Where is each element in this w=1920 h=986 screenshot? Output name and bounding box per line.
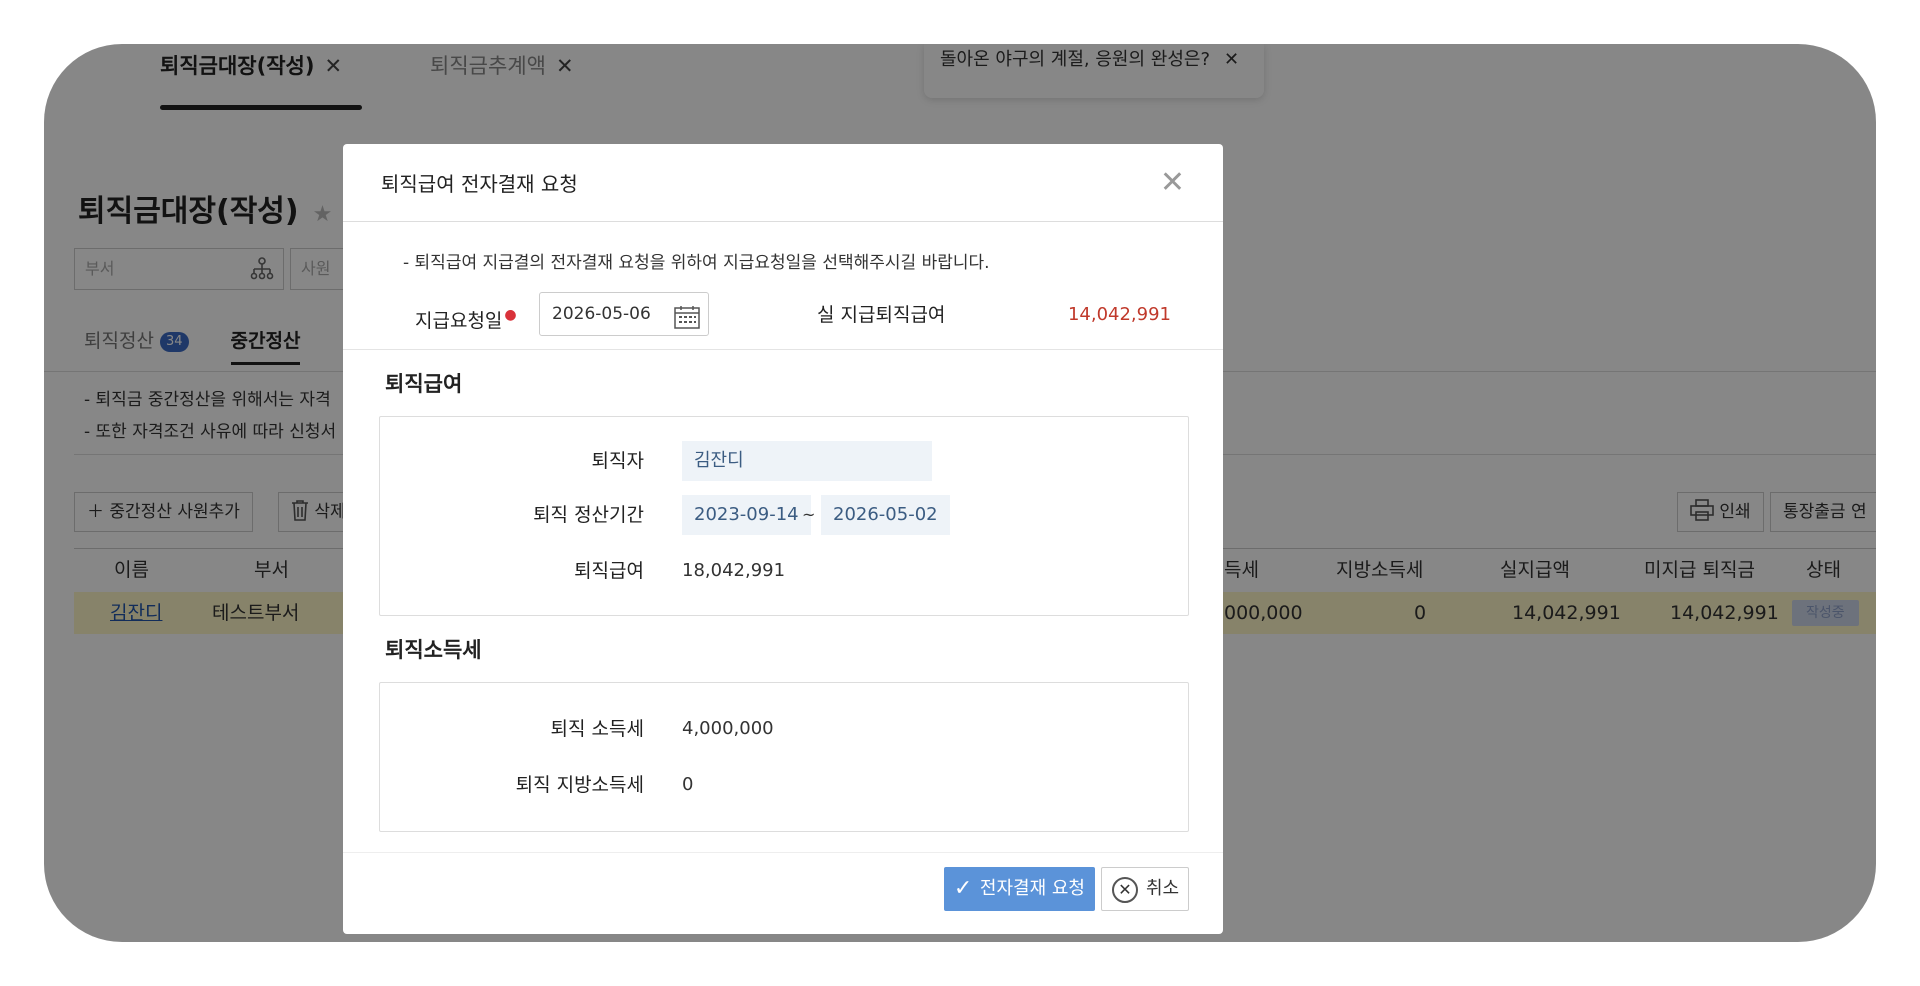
- calendar-icon[interactable]: [674, 303, 700, 345]
- date-value: 2026-05-06: [552, 304, 651, 324]
- period-separator: ~: [802, 505, 816, 524]
- button-label: 전자결재 요청: [979, 878, 1085, 899]
- label-text: 지급요청일: [415, 310, 503, 332]
- income-tax-row: 퇴직 소득세 4,000,000: [380, 709, 1188, 749]
- request-date-label: 지급요청일 ●: [415, 294, 517, 342]
- period-row: 퇴직 정산기간 2023-09-14 ~ 2026-05-02: [380, 495, 1188, 535]
- retirement-pay-value: 18,042,991: [682, 560, 786, 581]
- field-label: 퇴직 지방소득세: [515, 774, 644, 796]
- field-label: 퇴직 소득세: [550, 718, 644, 740]
- actual-pay-label: 실 지급퇴직급여: [817, 304, 946, 326]
- period-start-field: 2023-09-14: [682, 495, 811, 535]
- retirement-pay-box: 퇴직자 김잔디 퇴직 정산기간 2023-09-14 ~ 2026-05-02 …: [379, 416, 1189, 616]
- period-end-field: 2026-05-02: [821, 495, 950, 535]
- app-frame: 퇴직금대장(작성) ✕ 퇴직금추계액 ✕ 돌아온 야구의 계절, 응원의 완성은? ✕…: [44, 44, 1876, 942]
- retirement-pay-row: 퇴직급여 18,042,991: [380, 551, 1188, 591]
- close-icon[interactable]: ✕: [1160, 165, 1185, 200]
- income-tax-value: 4,000,000: [682, 718, 774, 739]
- button-label: 취소: [1146, 878, 1180, 899]
- retiree-field: 김잔디: [682, 441, 932, 481]
- dialog-header: 퇴직급여 전자결재 요청 ✕: [343, 144, 1223, 222]
- local-tax-value: 0: [682, 774, 694, 795]
- cancel-circle-icon: ✕: [1112, 877, 1138, 903]
- dialog-footer: ✓ 전자결재 요청 ✕ 취소: [343, 852, 1223, 934]
- field-label: 퇴직 정산기간: [533, 504, 644, 526]
- field-label: 퇴직급여: [574, 560, 644, 582]
- dialog-title: 퇴직급여 전자결재 요청: [381, 172, 578, 196]
- section-title-retirement-tax: 퇴직소득세: [385, 638, 482, 662]
- section-title-retirement-pay: 퇴직급여: [385, 372, 463, 396]
- required-mark: ●: [504, 307, 517, 323]
- submit-approval-button[interactable]: ✓ 전자결재 요청: [943, 867, 1095, 911]
- instruction-text: - 퇴직급여 지급결의 전자결재 요청을 위하여 지급요청일을 선택해주시길 바…: [403, 253, 990, 273]
- actual-pay-value: 14,042,991: [1067, 304, 1171, 325]
- local-tax-row: 퇴직 지방소득세 0: [380, 765, 1188, 805]
- field-label: 퇴직자: [591, 450, 644, 472]
- retiree-row: 퇴직자 김잔디: [380, 441, 1188, 481]
- check-icon: ✓: [953, 876, 973, 901]
- retirement-tax-box: 퇴직 소득세 4,000,000 퇴직 지방소득세 0: [379, 682, 1189, 832]
- request-date-input[interactable]: 2026-05-06: [539, 292, 709, 336]
- approval-request-dialog: 퇴직급여 전자결재 요청 ✕ - 퇴직급여 지급결의 전자결재 요청을 위하여 …: [343, 144, 1223, 934]
- cancel-button[interactable]: ✕ 취소: [1101, 867, 1189, 911]
- request-date-section: - 퇴직급여 지급결의 전자결재 요청을 위하여 지급요청일을 선택해주시길 바…: [343, 222, 1223, 350]
